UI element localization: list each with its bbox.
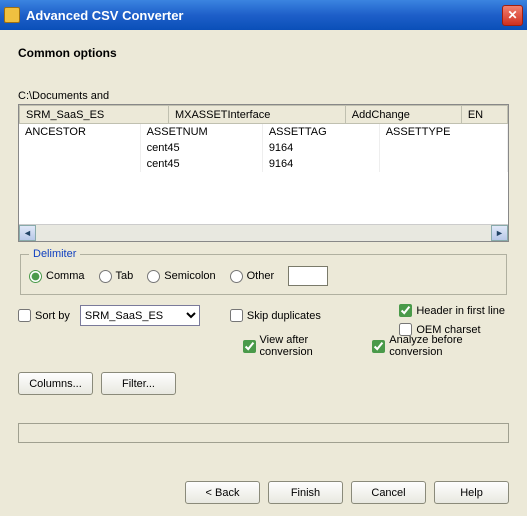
window-title: Advanced CSV Converter <box>26 8 502 23</box>
checkbox-analyze[interactable] <box>372 340 385 353</box>
check-analyze-before[interactable]: Analyze before conversion <box>372 334 509 358</box>
close-button[interactable]: ✕ <box>502 5 523 26</box>
cell <box>379 140 507 156</box>
cell: cent45 <box>140 156 262 172</box>
cell: ANCESTOR <box>19 124 140 140</box>
cell <box>379 156 507 172</box>
radio-comma[interactable] <box>29 270 42 283</box>
section-title: Common options <box>18 46 509 60</box>
check-sort-by[interactable]: Sort by <box>18 309 70 322</box>
help-button[interactable]: Help <box>434 481 509 504</box>
delimiter-other[interactable]: Other <box>230 270 275 283</box>
label: Tab <box>116 270 134 282</box>
cell: 9164 <box>262 140 379 156</box>
delimiter-tab[interactable]: Tab <box>99 270 134 283</box>
cell: 9164 <box>262 156 379 172</box>
grid-header[interactable]: EN <box>461 106 507 124</box>
label: OEM charset <box>416 324 480 336</box>
label: Skip duplicates <box>247 310 321 322</box>
label: Analyze before conversion <box>389 334 509 358</box>
cell <box>19 140 140 156</box>
label: Other <box>247 270 275 282</box>
checkbox-skipdup[interactable] <box>230 309 243 322</box>
label: Sort by <box>35 310 70 322</box>
checkbox-viewafter[interactable] <box>243 340 256 353</box>
label: Semicolon <box>164 270 215 282</box>
filter-button[interactable]: Filter... <box>101 372 176 395</box>
app-icon <box>4 7 20 23</box>
radio-tab[interactable] <box>99 270 112 283</box>
cell: cent45 <box>140 140 262 156</box>
grid-header[interactable]: AddChange <box>345 106 461 124</box>
scroll-left-icon[interactable]: ◄ <box>19 225 36 241</box>
finish-button[interactable]: Finish <box>268 481 343 504</box>
checkbox-oem[interactable] <box>399 323 412 336</box>
columns-button[interactable]: Columns... <box>18 372 93 395</box>
back-button[interactable]: < Back <box>185 481 260 504</box>
label: Header in first line <box>416 305 505 317</box>
path-label: C:\Documents and <box>18 90 509 102</box>
titlebar: Advanced CSV Converter ✕ <box>0 0 527 30</box>
grid-header[interactable]: SRM_SaaS_ES <box>20 106 169 124</box>
checkbox-sortby[interactable] <box>18 309 31 322</box>
scroll-right-icon[interactable]: ► <box>491 225 508 241</box>
label: Comma <box>46 270 85 282</box>
sort-by-select[interactable]: SRM_SaaS_ES <box>80 305 200 326</box>
cell: ASSETTYPE <box>379 124 507 140</box>
radio-other[interactable] <box>230 270 243 283</box>
table-row[interactable]: ANCESTOR ASSETNUM ASSETTAG ASSETTYPE <box>19 124 508 140</box>
delimiter-semicolon[interactable]: Semicolon <box>147 270 215 283</box>
cell: ASSETTAG <box>262 124 379 140</box>
delimiter-comma[interactable]: Comma <box>29 270 85 283</box>
check-oem-charset[interactable]: OEM charset <box>399 323 505 336</box>
delimiter-other-input[interactable] <box>288 266 328 286</box>
grid-header-row: SRM_SaaS_ES MXASSETInterface AddChange E… <box>20 106 508 124</box>
horizontal-scrollbar[interactable]: ◄ ► <box>19 224 508 241</box>
label: View after conversion <box>260 334 357 358</box>
check-header-first-line[interactable]: Header in first line <box>399 304 505 317</box>
table-row[interactable]: cent45 9164 <box>19 140 508 156</box>
grid-header[interactable]: MXASSETInterface <box>168 106 345 124</box>
checkbox-header[interactable] <box>399 304 412 317</box>
table-row[interactable]: cent45 9164 <box>19 156 508 172</box>
delimiter-legend: Delimiter <box>29 248 80 260</box>
cancel-button[interactable]: Cancel <box>351 481 426 504</box>
cell: ASSETNUM <box>140 124 262 140</box>
check-skip-duplicates[interactable]: Skip duplicates <box>230 309 321 322</box>
check-view-after[interactable]: View after conversion <box>243 334 357 358</box>
delimiter-group: Delimiter Comma Tab Semicolon Other <box>20 248 507 295</box>
close-icon: ✕ <box>507 8 517 22</box>
progress-bar <box>18 423 509 443</box>
data-grid[interactable]: SRM_SaaS_ES MXASSETInterface AddChange E… <box>18 104 509 242</box>
cell <box>19 156 140 172</box>
scroll-track[interactable] <box>36 225 491 241</box>
client-area: Common options C:\Documents and SRM_SaaS… <box>0 30 527 516</box>
radio-semicolon[interactable] <box>147 270 160 283</box>
